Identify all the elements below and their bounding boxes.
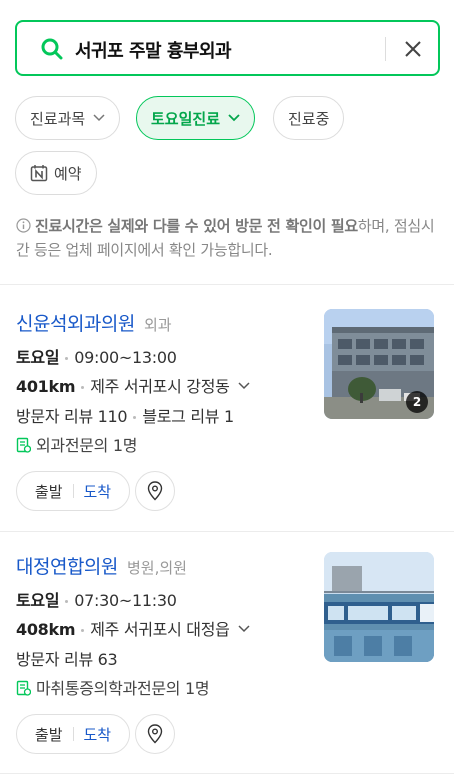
filter-department[interactable]: 진료과목 xyxy=(15,96,121,140)
specialist-info: 외과전문의 1명 xyxy=(36,436,138,455)
section-divider xyxy=(0,773,454,774)
chevron-down-icon xyxy=(228,114,240,122)
chevron-down-icon xyxy=(238,625,250,633)
hours-day: 토요일 xyxy=(16,348,60,367)
close-icon[interactable] xyxy=(402,38,424,60)
search-icon xyxy=(41,38,63,60)
filter-reservation-label: 예약 xyxy=(54,164,82,183)
place-category: 외과 xyxy=(143,316,172,334)
address-row[interactable]: 408km 제주 서귀포시 대정읍 xyxy=(16,616,250,640)
arrive-button[interactable]: 도착 xyxy=(84,724,112,745)
specialist-info: 마취통증의학과전문의 1명 xyxy=(36,679,210,698)
map-pin-icon xyxy=(147,724,163,744)
info-icon xyxy=(16,218,31,233)
filter-open-now[interactable]: 진료중 xyxy=(273,96,345,140)
search-box[interactable]: 서귀포 주말 흉부외과 xyxy=(15,20,440,76)
specialist-icon xyxy=(16,437,31,453)
hours-notice: 진료시간은 실제와 다를 수 있어 방문 전 확인이 필요하며, 점심시간 등은… xyxy=(16,214,440,262)
search-divider xyxy=(385,37,386,61)
arrive-button[interactable]: 도착 xyxy=(84,481,112,502)
result-card[interactable]: 신윤석외과의원 외과 토요일 09:00~13:00 401km 제주 서귀포시 강… xyxy=(0,309,454,519)
photo-count-badge: 2 xyxy=(406,391,428,413)
address-row[interactable]: 401km 제주 서귀포시 강정동 xyxy=(16,373,250,397)
hours-time: 09:00~13:00 xyxy=(74,348,177,367)
hours-time: 07:30~11:30 xyxy=(74,591,177,610)
map-pin-button[interactable] xyxy=(135,471,175,511)
chevron-down-icon xyxy=(93,114,105,122)
visitor-reviews[interactable]: 방문자 리뷰 63 xyxy=(16,650,118,669)
section-divider xyxy=(0,531,454,532)
filter-saturday-label: 토요일진료 xyxy=(151,109,221,128)
notice-bold: 진료시간은 실제와 다를 수 있어 방문 전 확인이 필요 xyxy=(35,217,358,235)
visitor-reviews[interactable]: 방문자 리뷰 110 xyxy=(16,407,128,426)
depart-button[interactable]: 출발 xyxy=(35,481,63,502)
map-pin-icon xyxy=(147,481,163,501)
section-divider xyxy=(0,284,454,285)
place-name[interactable]: 대정연합의원 xyxy=(16,556,118,578)
specialist-icon xyxy=(16,680,31,696)
map-pin-button[interactable] xyxy=(135,714,175,754)
place-name[interactable]: 신윤석외과의원 xyxy=(16,313,135,335)
depart-button[interactable]: 출발 xyxy=(35,724,63,745)
filter-reservation[interactable]: 예약 xyxy=(15,151,97,195)
address: 제주 서귀포시 강정동 xyxy=(90,377,230,396)
search-input[interactable]: 서귀포 주말 흉부외과 xyxy=(75,37,232,63)
result-card[interactable]: 대정연합의원 병원,의원 토요일 07:30~11:30 408km 제주 서귀포시… xyxy=(0,552,454,762)
distance: 401km xyxy=(16,377,76,396)
route-button[interactable]: 출발 도착 xyxy=(16,714,130,754)
place-photo[interactable]: 2 xyxy=(324,309,434,419)
filter-saturday[interactable]: 토요일진료 xyxy=(136,96,256,140)
place-photo[interactable] xyxy=(324,552,434,662)
hours-day: 토요일 xyxy=(16,591,60,610)
address: 제주 서귀포시 대정읍 xyxy=(90,620,230,639)
chevron-down-icon xyxy=(238,382,250,390)
filter-open-now-label: 진료중 xyxy=(288,109,330,128)
route-button[interactable]: 출발 도착 xyxy=(16,471,130,511)
distance: 408km xyxy=(16,620,76,639)
place-category: 병원,의원 xyxy=(126,559,187,577)
blog-reviews[interactable]: 블로그 리뷰 1 xyxy=(142,407,234,426)
calendar-n-icon xyxy=(30,165,48,182)
filter-department-label: 진료과목 xyxy=(30,109,86,128)
